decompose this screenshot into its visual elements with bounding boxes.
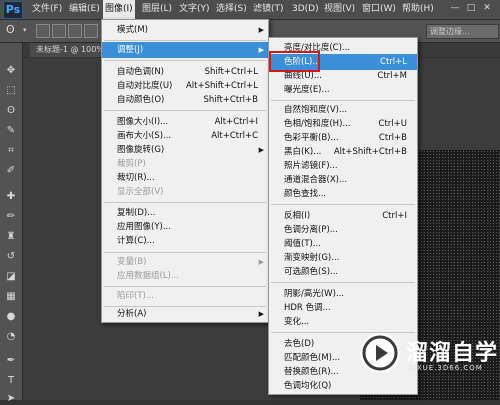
menu-item-reveal-all: 显示全部(V) [117,187,164,197]
lasso-tool-icon[interactable]: ʘ [5,105,17,117]
photoshop-logo: Ps [3,1,23,19]
watermark-brand: 溜溜自学 [406,341,499,366]
menu-window[interactable]: 窗口(W) [360,0,398,19]
submenu-arrow-icon: ▶ [258,26,264,34]
menu-separator [271,100,415,101]
menu-separator [104,40,266,41]
menu-view[interactable]: 视图(V) [322,0,357,19]
menu-item-trap: 陷印(T)... [117,291,154,301]
submenu-item-exposure[interactable]: 曝光度(E)... [269,82,417,98]
menu-separator [104,202,266,203]
submenu-item-selective-color[interactable]: 可选颜色(S)... [269,264,417,280]
menu-item-calculations[interactable]: 计算(C)... [102,233,268,249]
menu-select[interactable]: 选择(S) [214,0,249,19]
minimize-icon[interactable]: — [448,2,462,14]
lasso-icon[interactable]: ʘ [6,23,22,37]
menu-separator [104,252,266,253]
type-tool-icon[interactable]: T [5,375,17,387]
eyedropper-tool-icon[interactable]: ✐ [5,165,17,177]
tools-panel: ✥ ⬚ ʘ ✎ ⌗ ✐ ✚ ✏ ♜ ↺ ◪ ▦ ● ◔ ✒ T ➤ [0,43,23,404]
clone-stamp-tool-icon[interactable]: ♜ [5,231,17,243]
close-icon[interactable]: ✕ [480,2,494,14]
menu-help[interactable]: 帮助(H) [400,0,436,19]
menu-type[interactable]: 文字(Y) [177,0,212,19]
brush-tool-icon[interactable]: ✏ [5,211,17,223]
add-selection-icon[interactable] [52,24,66,38]
dodge-tool-icon[interactable]: ◔ [5,331,17,343]
menu-item-mode[interactable]: 模式(M) ▶ [102,22,268,38]
menu-3d[interactable]: 3D(D) [290,0,321,19]
menu-edit[interactable]: 编辑(E) [67,0,102,19]
blur-tool-icon[interactable]: ● [5,311,17,323]
menu-separator [104,110,266,111]
submenu-arrow-icon: ▶ [258,46,264,54]
watermark-url: ZIXUE.3D66.COM [408,364,483,372]
history-brush-tool-icon[interactable]: ↺ [5,251,17,263]
quick-select-tool-icon[interactable]: ✎ [5,125,17,137]
submenu-item-variations[interactable]: 变化... [269,314,417,330]
menu-bar: Ps 文件(F) 编辑(E) 图像(I) 图层(L) 文字(Y) 选择(S) 滤… [0,0,500,20]
marquee-tool-icon[interactable]: ⬚ [5,85,17,97]
menu-item-analysis[interactable]: 分析(A) ▶ [102,306,268,322]
intersect-selection-icon[interactable] [84,24,98,38]
tool-preset-chevron-icon[interactable]: ▾ [23,26,27,34]
menu-separator [104,60,266,61]
move-tool-icon[interactable]: ✥ [5,65,17,77]
menu-file[interactable]: 文件(F) [30,0,64,19]
menu-separator [271,204,415,205]
document-tab[interactable]: 未标题-1 @ 100% [30,43,110,57]
path-selection-tool-icon[interactable]: ➤ [5,393,17,405]
menu-item-adjustments[interactable]: 调整(J) ▶ [102,42,268,58]
menu-separator [271,282,415,283]
gradient-tool-icon[interactable]: ▦ [5,291,17,303]
subtract-selection-icon[interactable] [68,24,82,38]
healing-brush-tool-icon[interactable]: ✚ [5,191,17,203]
menu-image[interactable]: 图像(I) [103,0,135,19]
watermark-logo-icon [360,333,400,373]
eraser-tool-icon[interactable]: ◪ [5,271,17,283]
submenu-item-color-lookup[interactable]: 颜色查找... [269,186,417,202]
image-menu: 模式(M) ▶ 调整(J) ▶ 自动色调(N) Shift+Ctrl+L 自动对比度(… [101,19,269,323]
menu-item-auto-color[interactable]: 自动颜色(O) Shift+Ctrl+B [102,92,268,108]
menu-item-apply-data-set: 应用数据组(L)... [117,271,179,281]
menu-layer[interactable]: 图层(L) [140,0,174,19]
menu-separator [104,286,266,287]
highlight-box [269,51,320,72]
submenu-item-equalize[interactable]: 色调均化(Q) [269,378,417,394]
refine-edge-button[interactable]: 调整边缘... [426,24,499,39]
pen-tool-icon[interactable]: ✒ [5,355,17,367]
new-selection-icon[interactable] [36,24,50,38]
crop-tool-icon[interactable]: ⌗ [5,145,17,157]
menu-filter[interactable]: 滤镜(T) [251,0,286,19]
submenu-arrow-icon: ▶ [258,310,264,318]
maximize-icon[interactable]: □ [464,2,478,14]
